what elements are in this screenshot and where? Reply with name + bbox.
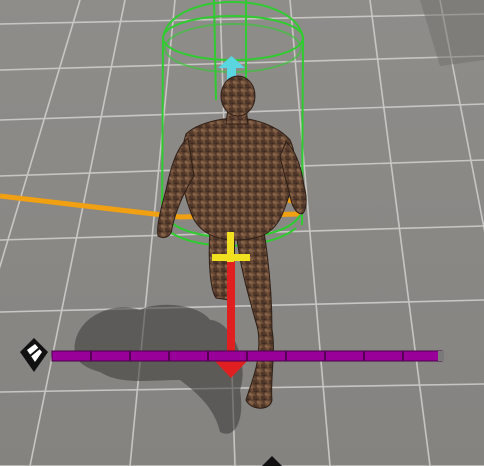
timeline-bar[interactable] bbox=[51, 350, 444, 362]
level-viewport[interactable] bbox=[0, 0, 484, 466]
